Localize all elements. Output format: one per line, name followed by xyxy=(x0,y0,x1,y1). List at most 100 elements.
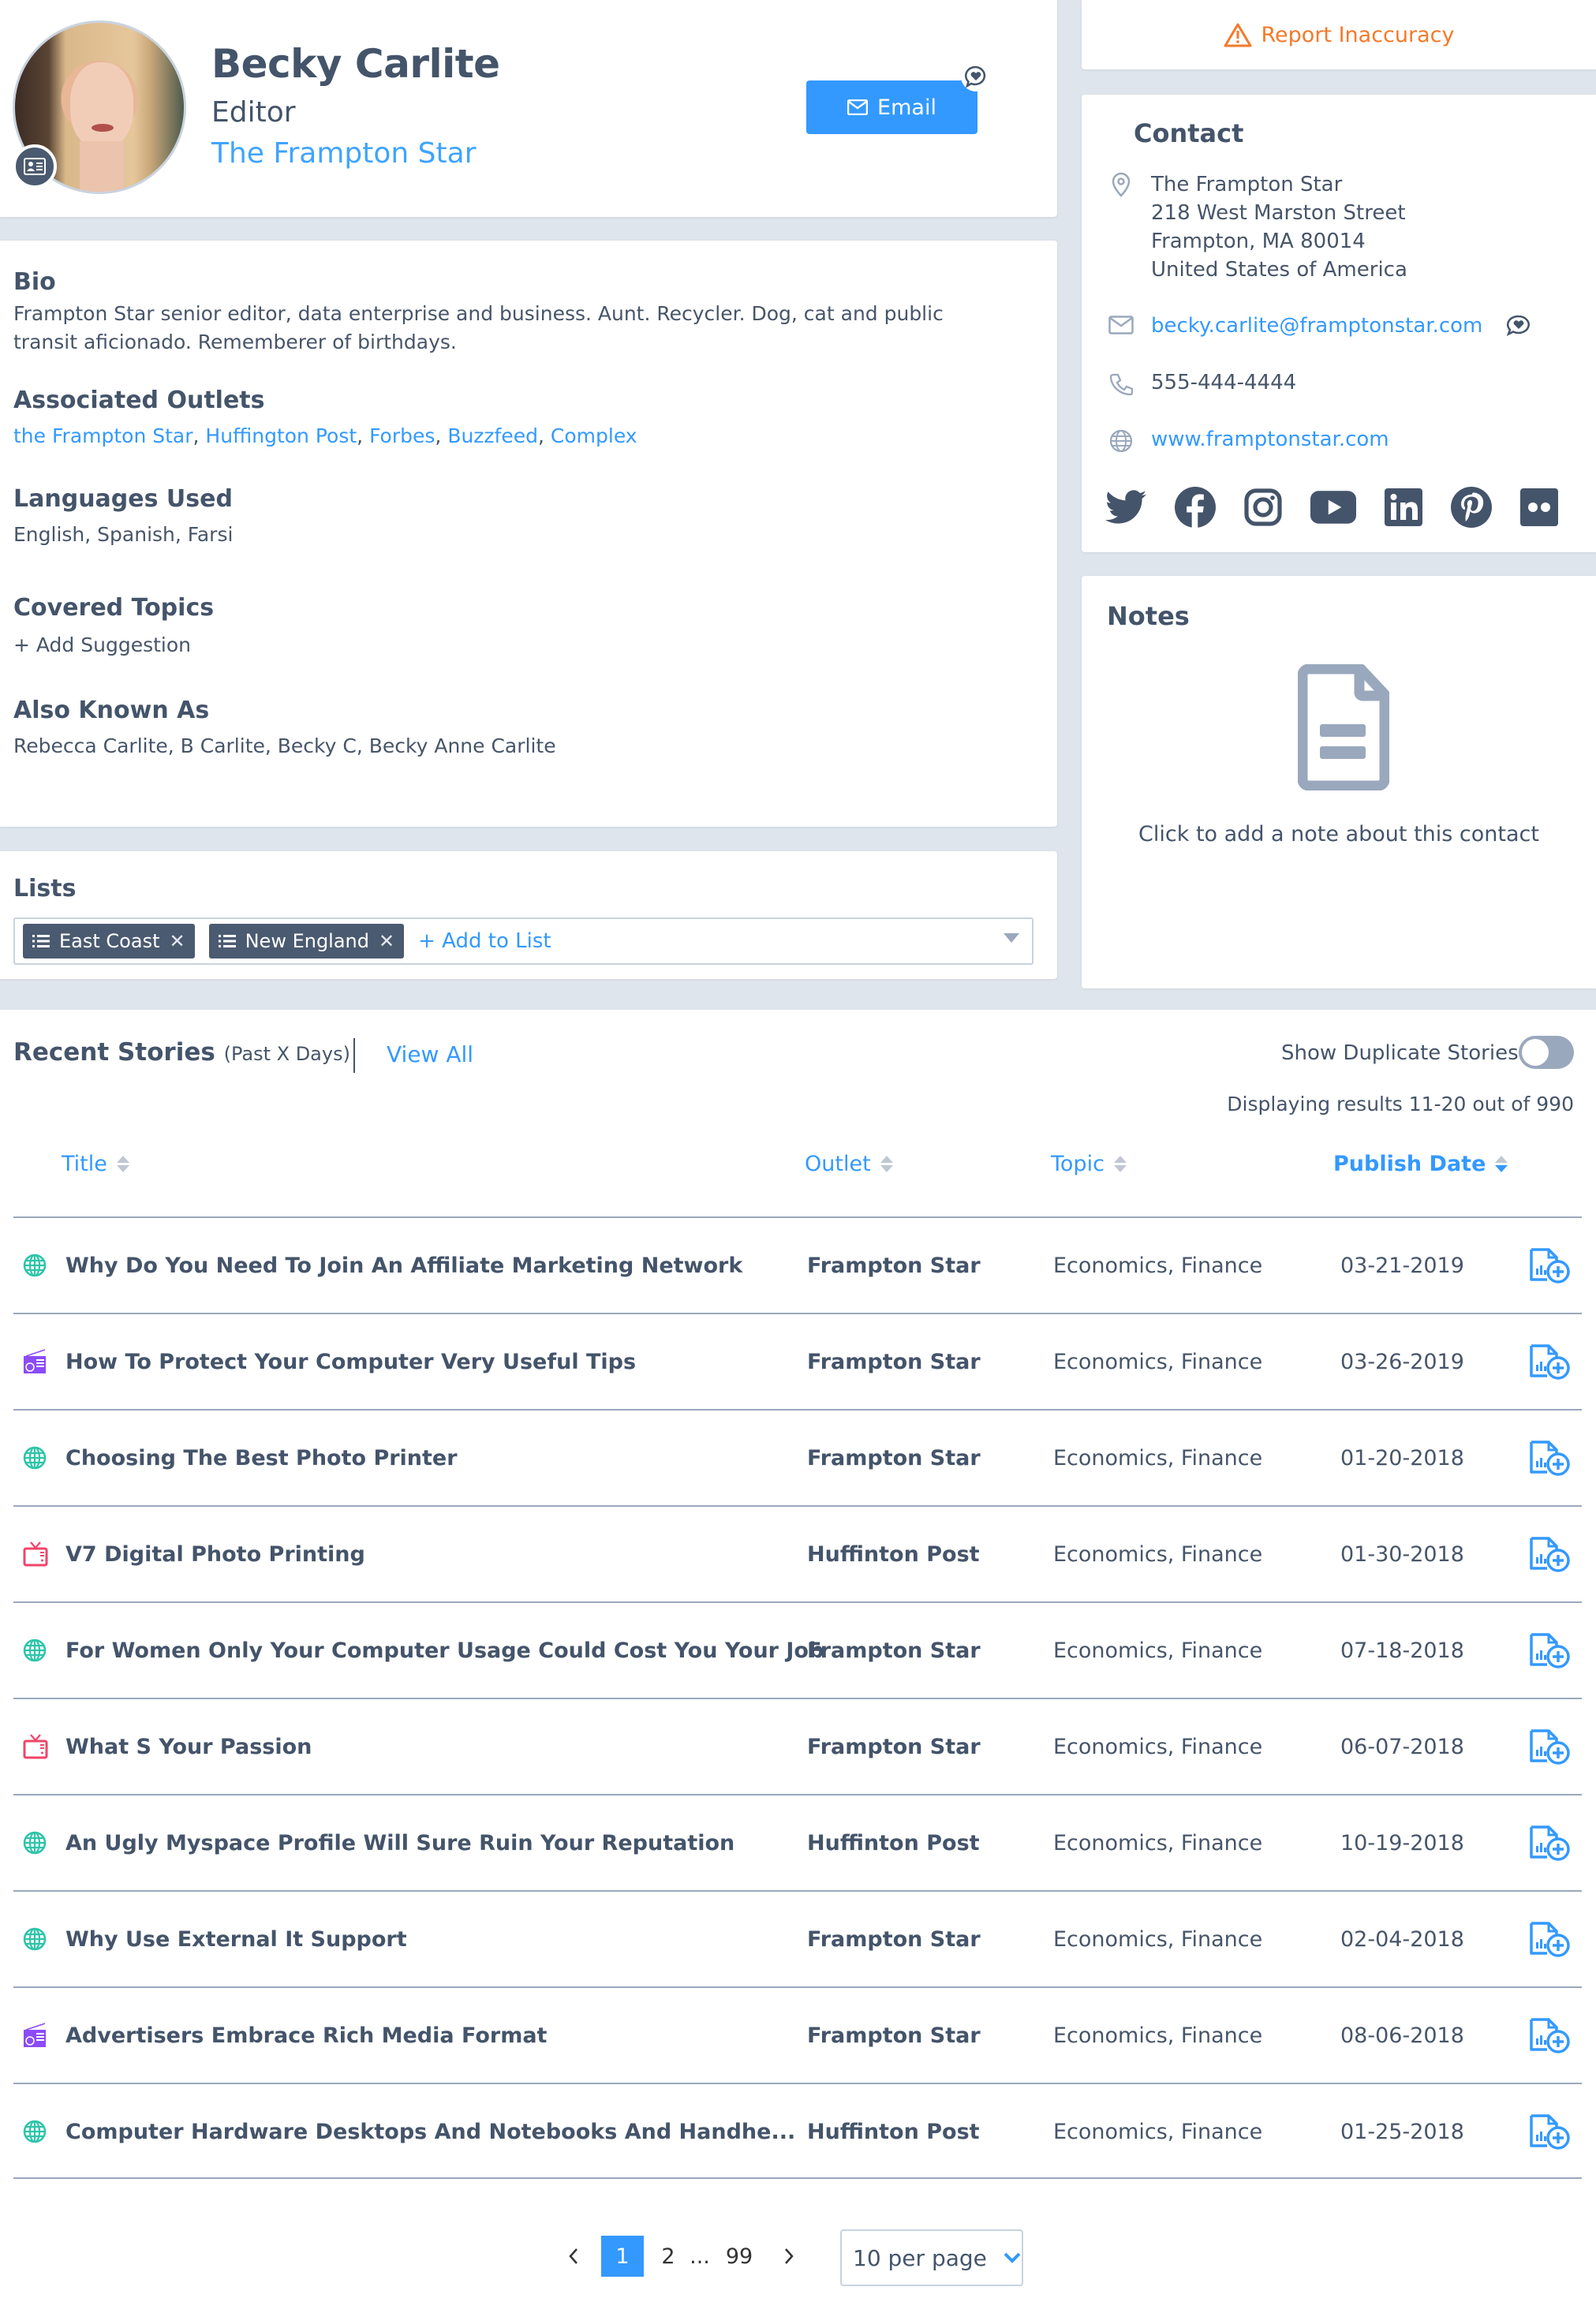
story-row: An Ugly Myspace Profile Will Sure Ruin Y… xyxy=(13,1794,1582,1890)
story-topic: Economics, Finance xyxy=(1053,1638,1263,1663)
add-to-report-icon[interactable] xyxy=(1528,1411,1572,1505)
outlet-link[interactable]: Forbes xyxy=(369,424,435,447)
job-title: Editor xyxy=(211,96,296,129)
story-title[interactable]: Why Do You Need To Join An Affiliate Mar… xyxy=(65,1218,742,1313)
report-inaccuracy-label: Report Inaccuracy xyxy=(1261,22,1455,47)
story-outlet: Huffinton Post xyxy=(807,1541,980,1567)
list-icon xyxy=(218,935,236,947)
outlet-link[interactable]: Huffington Post xyxy=(205,424,357,447)
column-header-topic[interactable]: Topic xyxy=(1051,1152,1127,1176)
youtube-icon[interactable] xyxy=(1310,491,1356,524)
story-row: What S Your Passion Frampton Star Economic… xyxy=(13,1698,1582,1794)
document-icon[interactable] xyxy=(1297,663,1390,794)
story-title[interactable]: V7 Digital Photo Printing xyxy=(65,1507,365,1601)
prev-page-button[interactable] xyxy=(562,2236,585,2277)
email-button-label: Email xyxy=(877,95,936,120)
add-to-report-icon[interactable] xyxy=(1528,1603,1572,1698)
pinterest-icon[interactable] xyxy=(1451,487,1492,528)
website-link[interactable]: www.framptonstar.com xyxy=(1151,428,1389,451)
chevron-left-icon xyxy=(569,2248,577,2264)
add-suggestion-link[interactable]: + Add Suggestion xyxy=(13,631,191,660)
per-page-value: 10 per page xyxy=(853,2244,987,2271)
story-date: 06-07-2018 xyxy=(1340,1734,1464,1759)
languages-title: Languages Used xyxy=(13,485,233,513)
add-to-report-icon[interactable] xyxy=(1528,1314,1572,1409)
outlet-link[interactable]: Buzzfeed xyxy=(447,424,538,447)
story-date: 08-06-2018 xyxy=(1340,2023,1464,2048)
story-title[interactable]: How To Protect Your Computer Very Useful… xyxy=(65,1314,636,1409)
per-page-select[interactable]: 10 per page xyxy=(840,2229,1023,2286)
list-icon xyxy=(32,935,50,947)
sort-icon xyxy=(880,1156,893,1172)
show-duplicates-toggle[interactable] xyxy=(1519,1036,1574,1069)
add-note-prompt[interactable]: Click to add a note about this contact xyxy=(1082,822,1596,846)
page-button[interactable]: 1 xyxy=(601,2236,644,2277)
column-header-outlet[interactable]: Outlet xyxy=(805,1152,893,1176)
story-title[interactable]: Computer Hardware Desktops And Notebooks… xyxy=(65,2084,795,2179)
column-header-title[interactable]: Title xyxy=(62,1152,129,1176)
view-all-link[interactable]: View All xyxy=(387,1041,473,1067)
tv-media-icon xyxy=(23,1699,48,1794)
outlet-link[interactable]: Complex xyxy=(551,424,637,447)
page-button[interactable]: 2 xyxy=(656,2236,680,2277)
add-to-report-icon[interactable] xyxy=(1528,1699,1572,1794)
story-outlet: Huffinton Post xyxy=(807,2119,980,2144)
map-pin-icon xyxy=(1107,170,1135,197)
envelope-icon xyxy=(1107,314,1135,334)
outlet-link[interactable]: the Frampton Star xyxy=(13,424,193,447)
story-title[interactable]: For Women Only Your Computer Usage Could… xyxy=(65,1603,824,1698)
twitter-icon[interactable] xyxy=(1105,490,1146,525)
notes-title: Notes xyxy=(1107,601,1190,631)
story-date: 01-25-2018 xyxy=(1340,2119,1464,2144)
story-topic: Economics, Finance xyxy=(1053,1349,1263,1374)
outlet-link[interactable]: The Frampton Star xyxy=(211,137,477,170)
page-button[interactable]: 99 xyxy=(721,2236,757,2277)
flickr-icon[interactable] xyxy=(1520,488,1558,526)
caret-down-icon[interactable] xyxy=(1004,933,1019,943)
add-to-report-icon[interactable] xyxy=(1528,2084,1572,2179)
story-title[interactable]: What S Your Passion xyxy=(65,1699,312,1794)
add-to-report-icon[interactable] xyxy=(1528,1892,1572,1986)
story-topic: Economics, Finance xyxy=(1053,1926,1263,1952)
story-outlet: Frampton Star xyxy=(807,1253,981,1278)
add-to-report-icon[interactable] xyxy=(1528,1218,1572,1313)
remove-chip-icon[interactable]: ✕ xyxy=(169,930,185,952)
remove-chip-icon[interactable]: ✕ xyxy=(379,930,394,952)
sort-desc-icon xyxy=(1495,1156,1508,1172)
instagram-icon[interactable] xyxy=(1244,488,1282,526)
covered-topics-title: Covered Topics xyxy=(13,594,215,622)
address-line: 218 West Marston Street xyxy=(1151,201,1406,225)
story-title[interactable]: Advertisers Embrace Rich Media Format xyxy=(65,1988,547,2083)
add-to-list-button[interactable]: + Add to List xyxy=(418,929,551,953)
story-outlet: Frampton Star xyxy=(807,1638,981,1663)
recent-stories-section: Recent Stories (Past X Days) View All Sh… xyxy=(0,1010,1596,2313)
heart-chat-icon xyxy=(1506,314,1531,342)
story-title[interactable]: An Ugly Myspace Profile Will Sure Ruin Y… xyxy=(65,1795,734,1890)
column-header-publish-date[interactable]: Publish Date xyxy=(1333,1152,1508,1176)
story-row: V7 Digital Photo Printing Huffinton Post E… xyxy=(13,1505,1582,1601)
story-row: Choosing The Best Photo Printer Frampton … xyxy=(13,1409,1582,1505)
facebook-icon[interactable] xyxy=(1175,487,1216,528)
story-outlet: Frampton Star xyxy=(807,2023,981,2048)
email-link[interactable]: becky.carlite@framptonstar.com xyxy=(1151,314,1482,338)
pagination: 1 2 ... 99 10 per page xyxy=(0,2229,1596,2286)
email-button[interactable]: Email xyxy=(806,80,977,134)
story-topic: Economics, Finance xyxy=(1053,1253,1263,1278)
list-chip-label: New England xyxy=(245,930,369,952)
add-to-report-icon[interactable] xyxy=(1528,1795,1572,1890)
phone-number[interactable]: 555-444-4444 xyxy=(1151,371,1296,394)
story-title[interactable]: Why Use External It Support xyxy=(65,1892,407,1986)
report-inaccuracy-button[interactable]: Report Inaccuracy xyxy=(1082,0,1596,69)
web-media-icon xyxy=(23,1603,47,1698)
add-to-report-icon[interactable] xyxy=(1528,1988,1572,2083)
linkedin-icon[interactable] xyxy=(1385,488,1422,526)
lists-select[interactable]: East Coast ✕ New England ✕ + Add to List xyxy=(13,917,1033,965)
story-row: For Women Only Your Computer Usage Could… xyxy=(13,1601,1582,1698)
add-to-report-icon[interactable] xyxy=(1528,1507,1572,1601)
story-date: 02-04-2018 xyxy=(1340,1926,1464,1952)
contact-card-icon[interactable] xyxy=(13,144,57,189)
story-date: 03-26-2019 xyxy=(1340,1349,1464,1374)
next-page-button[interactable] xyxy=(777,2236,801,2277)
story-title[interactable]: Choosing The Best Photo Printer xyxy=(65,1411,458,1505)
contact-name: Becky Carlite xyxy=(211,41,500,87)
